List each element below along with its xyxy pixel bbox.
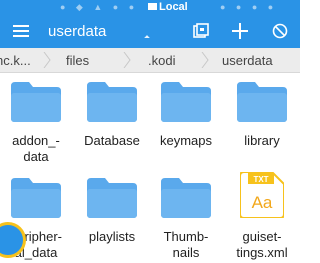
breadcrumb-item[interactable]: nc.k... <box>0 53 31 68</box>
file-item[interactable]: addon_- data <box>0 82 72 165</box>
breadcrumb-item-current[interactable]: userdata <box>222 53 273 68</box>
file-item[interactable]: TXT Aa guiset- tings.xml <box>226 171 298 261</box>
file-item[interactable]: Thumb- nails <box>150 178 222 261</box>
location-indicator: Local <box>148 1 188 13</box>
file-name: library <box>244 133 280 148</box>
windows-button[interactable] <box>188 14 214 48</box>
file-item[interactable]: Database <box>76 82 148 149</box>
folder-icon <box>11 82 61 122</box>
breadcrumb-item[interactable]: .kodi <box>148 53 175 68</box>
breadcrumb-separator-icon <box>123 52 131 68</box>
dropdown-caret-icon <box>144 35 150 41</box>
breadcrumb-item[interactable]: files <box>66 53 89 68</box>
file-name: addon_- data <box>12 133 60 164</box>
folder-icon <box>11 178 61 218</box>
file-name: Database <box>84 133 140 148</box>
folder-icon <box>87 82 137 122</box>
hamburger-icon <box>13 25 29 37</box>
file-item[interactable]: keymaps <box>150 82 222 149</box>
breadcrumb-separator-icon <box>43 52 51 68</box>
windows-icon <box>193 23 209 38</box>
file-item[interactable]: library <box>226 82 298 149</box>
location-label: Local <box>159 1 188 13</box>
folder-icon <box>87 178 137 218</box>
breadcrumb: nc.k... files .kodi userdata <box>0 48 300 73</box>
file-name: playlists <box>88 229 136 244</box>
folder-icon <box>237 82 287 122</box>
status-bar: ● ◆ ▲ ● ● Local ● ● ● ● <box>0 0 300 14</box>
no-entry-icon <box>272 23 288 39</box>
notification-icons: ● ◆ ▲ ● ● <box>60 2 139 12</box>
file-name: Thumb- nails <box>163 229 209 260</box>
page-title[interactable]: userdata <box>48 23 106 40</box>
file-badge: TXT <box>253 175 268 184</box>
folder-icon <box>161 82 211 122</box>
add-button[interactable] <box>226 14 254 48</box>
breadcrumb-separator-icon <box>201 52 209 68</box>
folder-icon <box>161 178 211 218</box>
toolbar: userdata <box>0 14 300 48</box>
plus-icon <box>232 23 248 39</box>
file-name: guiset- tings.xml <box>236 229 288 260</box>
file-item[interactable]: playlists <box>76 178 148 245</box>
file-glyph: Aa <box>252 193 273 212</box>
status-icons: ● ● ● ● <box>220 2 278 12</box>
txt-file-icon: TXT Aa <box>239 171 285 219</box>
cancel-button[interactable] <box>266 14 294 48</box>
phone-icon <box>148 3 157 10</box>
menu-button[interactable] <box>8 14 34 48</box>
file-name: keymaps <box>159 133 213 148</box>
file-grid: addon_- data Database keymaps library pe… <box>0 72 300 263</box>
